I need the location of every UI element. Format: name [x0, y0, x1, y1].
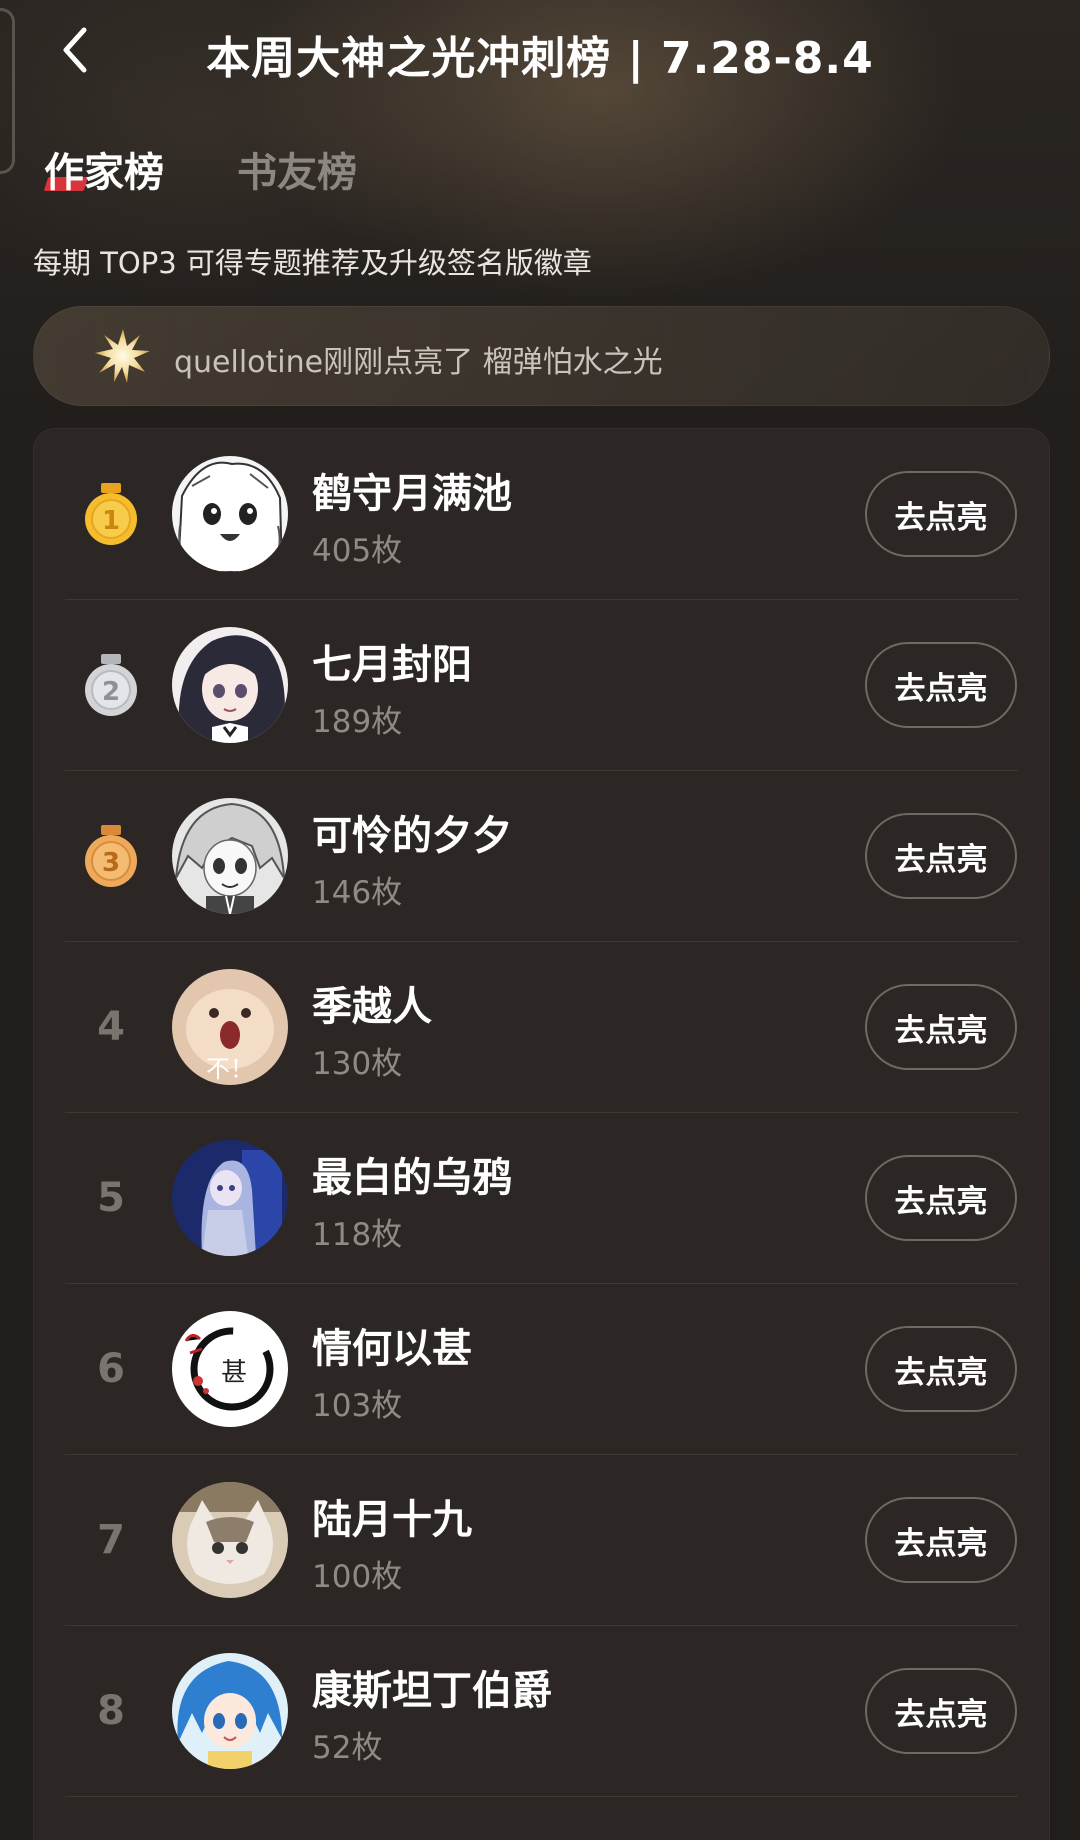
avatar-image [172, 798, 288, 914]
badge-count: 146枚 [312, 875, 403, 911]
avatar-caption: 甚 [221, 1358, 247, 1388]
light-up-button[interactable]: 去点亮 [865, 1668, 1017, 1754]
avatar-image: 不！ [172, 969, 288, 1085]
author-name[interactable]: 季越人 [312, 974, 432, 1032]
avatar-image [172, 1140, 288, 1256]
light-up-button[interactable]: 去点亮 [865, 1326, 1017, 1412]
avatar[interactable]: 甚 [172, 1311, 288, 1427]
avatar[interactable] [172, 1482, 288, 1598]
badge-count: 189枚 [312, 704, 403, 740]
rank-badge: 1 [76, 479, 146, 549]
ranking-row: 5 最白的乌鸦 118枚 去点亮 [34, 1113, 1049, 1284]
tab-authors-label: 作家榜 [44, 150, 164, 196]
author-name[interactable]: 最白的乌鸦 [312, 1145, 512, 1203]
light-up-button[interactable]: 去点亮 [865, 813, 1017, 899]
reward-description: 每期 TOP3 可得专题推荐及升级签名版徽章 [33, 246, 592, 280]
divider [65, 1796, 1018, 1797]
rank-badge: 2 [76, 650, 146, 720]
avatar[interactable] [172, 1140, 288, 1256]
rank-badge: 8 [76, 1676, 146, 1746]
light-up-button[interactable]: 去点亮 [865, 642, 1017, 728]
badge-count: 118枚 [312, 1217, 403, 1253]
medal-rank-label: 3 [102, 848, 120, 878]
light-up-button[interactable]: 去点亮 [865, 471, 1017, 557]
avatar[interactable] [172, 627, 288, 743]
light-up-button[interactable]: 去点亮 [865, 1497, 1017, 1583]
avatar[interactable]: 不！ [172, 969, 288, 1085]
author-name[interactable]: 康斯坦丁伯爵 [312, 1658, 552, 1716]
ranking-row: 7 陆月十九 100枚 去点亮 [34, 1455, 1049, 1626]
ranking-row: 6 甚 情何以甚 103枚 去点亮 [34, 1284, 1049, 1455]
page: 本周大神之光冲刺榜 | 7.28-8.4 作家榜 书友榜 每期 TOP3 可得专… [0, 0, 1080, 1840]
author-name[interactable]: 鹤守月满池 [312, 461, 512, 519]
rank-number: 6 [97, 1346, 125, 1392]
ranking-row: 4 不！ 季越人 130枚 去点亮 [34, 942, 1049, 1113]
rank-badge: 3 [76, 821, 146, 891]
avatar[interactable] [172, 798, 288, 914]
author-name[interactable]: 可怜的夕夕 [312, 803, 512, 861]
avatar-image: 甚 [172, 1311, 288, 1427]
rank-number: 7 [97, 1517, 125, 1563]
avatar[interactable] [172, 456, 288, 572]
medal-rank-label: 1 [102, 506, 120, 536]
sparkle-badge-icon [95, 329, 150, 383]
rank-number: 8 [97, 1688, 125, 1734]
ranking-row: 8 康斯坦丁伯爵 52枚 去点亮 [34, 1626, 1049, 1797]
rank-badge: 7 [76, 1505, 146, 1575]
ranking-row: 2 七月封阳 189枚 去点亮 [34, 600, 1049, 771]
rank-number: 5 [97, 1175, 125, 1221]
tab-authors[interactable]: 作家榜 [43, 140, 164, 198]
light-up-button[interactable]: 去点亮 [865, 1155, 1017, 1241]
activity-ticker: quellotine刚刚点亮了 榴弹怕水之光 [33, 306, 1050, 406]
gold-medal-icon: 1 [85, 483, 137, 545]
avatar-caption: 不！ [206, 1055, 254, 1083]
bronze-medal-icon: 3 [85, 825, 137, 887]
badge-count: 130枚 [312, 1046, 403, 1082]
badge-count: 405枚 [312, 533, 403, 569]
badge-count: 100枚 [312, 1559, 403, 1595]
ranking-list: 1 鹤守月满池 405枚 去点亮 2 七月封阳 189枚 去点亮 3 可怜的夕夕… [33, 428, 1050, 1840]
badge-count: 52枚 [312, 1730, 383, 1766]
tab-readers[interactable]: 书友榜 [237, 140, 357, 198]
tab-readers-label: 书友榜 [237, 150, 357, 196]
badge-count: 103枚 [312, 1388, 403, 1424]
page-title: 本周大神之光冲刺榜 | 7.28-8.4 [206, 33, 874, 84]
author-name[interactable]: 情何以甚 [312, 1316, 472, 1374]
author-name[interactable]: 七月封阳 [312, 632, 472, 690]
author-name[interactable]: 陆月十九 [312, 1487, 472, 1545]
silver-medal-icon: 2 [85, 654, 137, 716]
rank-number: 4 [97, 1004, 125, 1050]
rank-badge: 6 [76, 1334, 146, 1404]
rank-badge: 4 [76, 992, 146, 1062]
medal-rank-label: 2 [102, 677, 120, 707]
avatar-image [172, 1653, 288, 1769]
avatar-image [172, 456, 288, 572]
rank-badge: 5 [76, 1163, 146, 1233]
avatar[interactable] [172, 1653, 288, 1769]
header: 本周大神之光冲刺榜 | 7.28-8.4 [0, 0, 1080, 100]
ticker-message: quellotine刚刚点亮了 榴弹怕水之光 [174, 345, 663, 380]
avatar-image [172, 627, 288, 743]
light-up-button[interactable]: 去点亮 [865, 984, 1017, 1070]
ranking-row: 1 鹤守月满池 405枚 去点亮 [34, 429, 1049, 600]
ranking-row: 3 可怜的夕夕 146枚 去点亮 [34, 771, 1049, 942]
avatar-image [172, 1482, 288, 1598]
